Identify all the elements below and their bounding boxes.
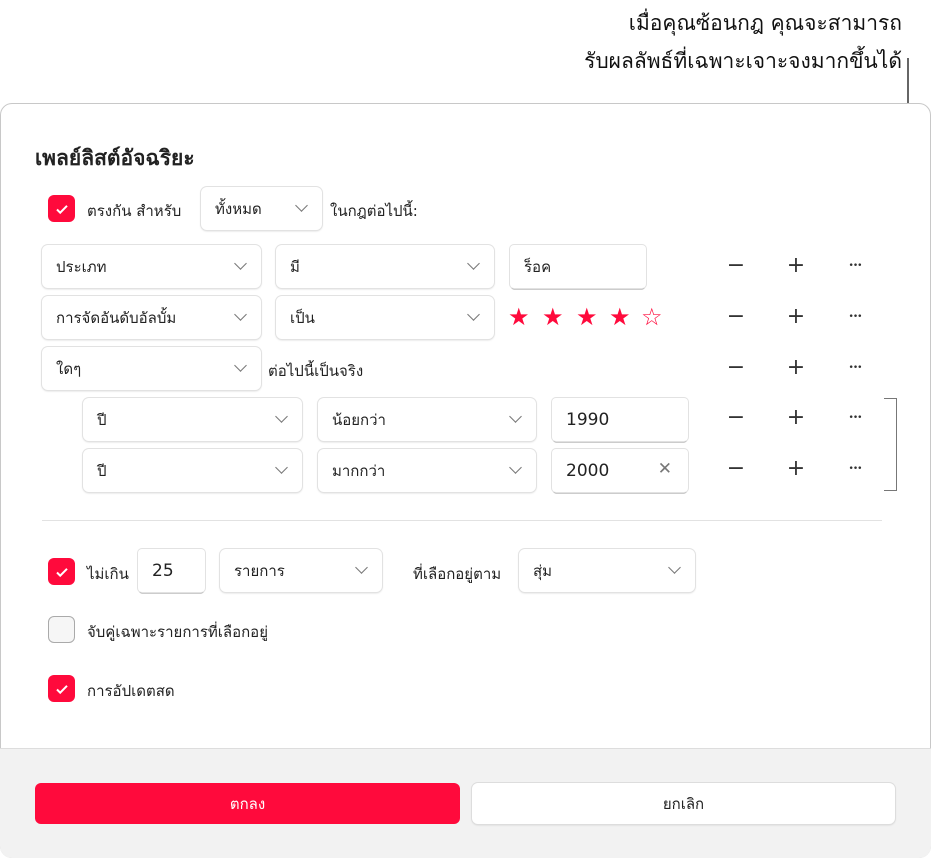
add-rule-button[interactable]: + (784, 356, 808, 380)
chevron-down-icon (234, 359, 247, 372)
remove-rule-button[interactable]: − (724, 457, 748, 481)
check-icon (55, 204, 68, 214)
nested-rule-field-select[interactable]: ปี (83, 449, 302, 492)
dialog-title: เพลย์ลิสต์อัจฉริยะ (35, 146, 195, 170)
add-rule-button[interactable]: + (784, 305, 808, 329)
limit-input[interactable]: 25 (138, 549, 205, 592)
rule-field-value: ปี (97, 461, 107, 480)
limit-label: ไม่เกิน (87, 565, 129, 583)
more-options-button[interactable]: ••• (843, 457, 867, 481)
match-checked-checkbox[interactable] (48, 616, 75, 643)
divider (42, 520, 882, 521)
remove-rule-button[interactable]: − (724, 406, 748, 430)
match-checkbox[interactable] (48, 195, 75, 222)
rule-field-value: ปี (97, 410, 107, 429)
match-selector[interactable]: ทั้งหมด (201, 187, 322, 230)
rule-operator-value: มากกว่า (332, 461, 386, 480)
chevron-down-icon (355, 561, 368, 574)
chevron-down-icon (234, 308, 247, 321)
rule-operator-value: น้อยกว่า (332, 410, 386, 429)
remove-rule-button[interactable]: − (724, 254, 748, 278)
check-icon (55, 684, 68, 694)
chevron-down-icon (467, 308, 480, 321)
nested-rule-operator-select[interactable]: น้อยกว่า (318, 398, 536, 441)
match-checked-label: จับคู่เฉพาะรายการที่เลือกอยู่ (87, 623, 268, 641)
more-options-button[interactable]: ••• (843, 406, 867, 430)
callout: เมื่อคุณซ้อนกฎ คุณจะสามารถ รับผลลัพธ์ที่… (584, 4, 902, 80)
live-update-checkbox[interactable] (48, 675, 75, 702)
more-options-button[interactable]: ••• (843, 356, 867, 380)
chevron-down-icon (509, 461, 522, 474)
star-filled-icon[interactable]: ★ (576, 303, 598, 331)
chevron-down-icon (509, 410, 522, 423)
limit-unit-value: รายการ (234, 561, 285, 580)
chevron-down-icon (295, 199, 308, 212)
input-value: 2000 (566, 460, 610, 481)
match-label: ตรงกัน สำหรับ (87, 202, 182, 220)
remove-rule-button[interactable]: − (724, 356, 748, 380)
rule-group-select[interactable]: ใดๆ (42, 347, 261, 390)
limit-checkbox[interactable] (48, 558, 75, 585)
rule-field-select[interactable]: ประเภท (42, 245, 261, 288)
rule-group-value: ใดๆ (56, 359, 82, 378)
nested-rule-operator-select[interactable]: มากกว่า (318, 449, 536, 492)
add-rule-button[interactable]: + (784, 406, 808, 430)
chevron-down-icon (234, 257, 247, 270)
limit-by-value: สุ่ม (533, 561, 553, 580)
rule-field-value: ประเภท (56, 257, 107, 276)
chevron-down-icon (275, 410, 288, 423)
ok-button[interactable]: ตกลง (35, 783, 460, 824)
star-filled-icon[interactable]: ★ (609, 303, 631, 331)
more-options-button[interactable]: ••• (843, 305, 867, 329)
nested-bracket (884, 398, 897, 491)
rule-operator-select[interactable]: มี (276, 245, 494, 288)
star-filled-icon[interactable]: ★ (508, 303, 530, 331)
rule-field-value: การจัดอันดับอัลบั้ม (56, 308, 177, 327)
limit-by-select[interactable]: สุ่ม (519, 549, 695, 592)
add-rule-button[interactable]: + (784, 457, 808, 481)
cancel-button[interactable]: ยกเลิก (472, 783, 895, 824)
limit-unit-select[interactable]: รายการ (220, 549, 382, 592)
rule-operator-value: เป็น (290, 308, 315, 327)
match-suffix: ในกฎต่อไปนี้: (330, 202, 418, 220)
clear-icon[interactable]: ✕ (658, 459, 672, 479)
rule-value-input[interactable]: ร็อค (510, 245, 646, 288)
limit-by-label: ที่เลือกอยู่ตาม (413, 565, 502, 583)
match-selector-value: ทั้งหมด (215, 199, 262, 218)
more-options-button[interactable]: ••• (843, 254, 867, 278)
chevron-down-icon (668, 561, 681, 574)
star-filled-icon[interactable]: ★ (542, 303, 564, 331)
nested-rule-value-input[interactable]: 1990 (552, 398, 688, 441)
star-empty-icon[interactable]: ☆ (641, 303, 663, 331)
add-rule-button[interactable]: + (784, 254, 808, 278)
rule-field-select[interactable]: การจัดอันดับอัลบั้ม (42, 296, 261, 339)
chevron-down-icon (467, 257, 480, 270)
nested-rule-value-input[interactable]: 2000 ✕ (552, 449, 688, 492)
rule-group-suffix: ต่อไปนี้เป็นจริง (268, 362, 364, 380)
rule-operator-select[interactable]: เป็น (276, 296, 494, 339)
nested-rule-field-select[interactable]: ปี (83, 398, 302, 441)
callout-line1: เมื่อคุณซ้อนกฎ คุณจะสามารถ (628, 11, 902, 35)
callout-line2: รับผลลัพธ์ที่เฉพาะเจาะจงมากขึ้นได้ (584, 49, 902, 73)
chevron-down-icon (275, 461, 288, 474)
live-update-label: การอัปเดตสด (87, 682, 175, 700)
remove-rule-button[interactable]: − (724, 305, 748, 329)
rule-operator-value: มี (290, 257, 300, 276)
check-icon (55, 567, 68, 577)
